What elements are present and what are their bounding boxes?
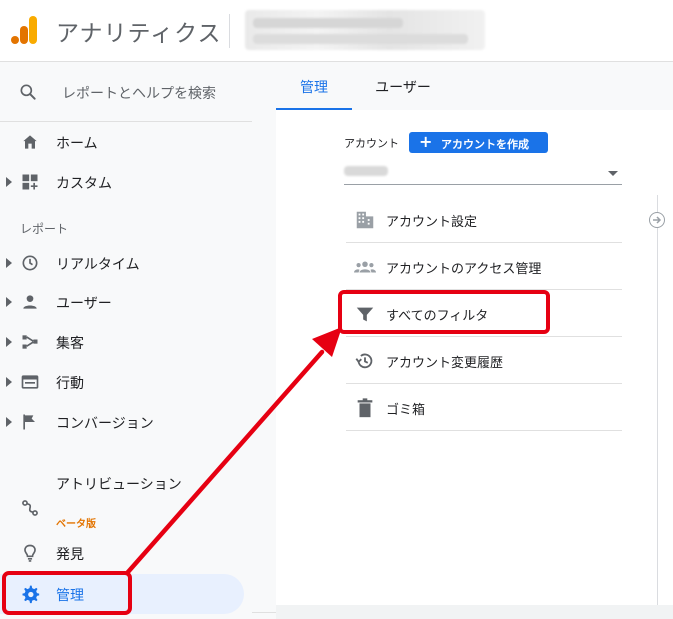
building-icon	[356, 211, 374, 229]
column-divider	[657, 195, 658, 605]
tab-user[interactable]: ユーザー	[362, 62, 444, 110]
menu-label-change-history: アカウント変更履歴	[386, 356, 504, 371]
header-divider	[229, 14, 230, 48]
home-icon	[23, 135, 37, 149]
nav-item-discover[interactable]: 発見	[0, 535, 252, 571]
nav-label-attribution: アトリビューション	[56, 477, 182, 493]
nav-item-custom[interactable]: カスタム	[0, 164, 252, 200]
people-icon	[354, 261, 376, 273]
dropdown-caret-icon	[608, 171, 618, 176]
history-icon	[355, 353, 373, 369]
expand-caret-icon	[6, 377, 12, 387]
nav-label-custom: カスタム	[56, 176, 112, 192]
nav-item-conversions[interactable]: コンバージョン	[0, 404, 252, 440]
search-placeholder: レポートとヘルプを検索	[62, 86, 216, 102]
app-title: アナリティクス	[56, 21, 222, 47]
app-header: アナリティクス	[0, 0, 673, 62]
behavior-icon	[21, 375, 39, 389]
clock-icon	[22, 255, 38, 271]
menu-item-access-management[interactable]: アカウントのアクセス管理	[346, 243, 622, 290]
tab-bar: 管理 ユーザー	[276, 62, 673, 110]
attribution-icon	[22, 500, 38, 516]
nav-label-home: ホーム	[56, 136, 98, 152]
menu-item-change-history[interactable]: アカウント変更履歴	[346, 337, 622, 384]
menu-label-trash: ゴミ箱	[386, 403, 426, 418]
arrow-right-icon	[653, 216, 662, 224]
expand-caret-icon	[6, 258, 12, 268]
account-select-value-blurred	[344, 166, 388, 176]
acquisition-icon	[22, 335, 38, 349]
menu-item-account-settings[interactable]: アカウント設定	[346, 196, 622, 243]
account-panel: アカウント + アカウントを作成 アカウント設定 アカウントのアクセス管理 すべ…	[276, 110, 673, 605]
nav-item-realtime[interactable]: リアルタイム	[0, 245, 252, 281]
dashboard-icon	[22, 174, 38, 190]
analytics-logo-icon[interactable]	[10, 14, 38, 46]
expand-caret-icon	[6, 177, 12, 187]
bottom-strip	[276, 605, 673, 619]
create-account-label: アカウントを作成	[441, 138, 529, 151]
nav-item-users[interactable]: ユーザー	[0, 284, 252, 320]
nav-label-acquisition: 集客	[56, 336, 84, 352]
nav-label-realtime: リアルタイム	[56, 257, 140, 273]
menu-label-access-management: アカウントのアクセス管理	[386, 262, 542, 277]
filter-highlight-box	[338, 290, 550, 334]
flag-icon	[23, 414, 35, 430]
sidebar: レポートとヘルプを検索 ホーム カスタム レポート リアルタイム ユーザー 集客…	[0, 62, 276, 619]
nav-label-behavior: 行動	[56, 376, 84, 392]
expand-caret-icon	[6, 337, 12, 347]
nav-item-home[interactable]: ホーム	[0, 124, 252, 160]
person-icon	[23, 295, 37, 309]
admin-highlight-box	[2, 571, 132, 615]
create-account-button[interactable]: + アカウントを作成	[409, 132, 548, 153]
nav-label-discover: 発見	[56, 547, 84, 563]
lightbulb-icon	[24, 544, 36, 562]
tab-admin[interactable]: 管理	[276, 62, 352, 110]
account-select[interactable]	[344, 163, 622, 185]
section-label-reports: レポート	[20, 222, 69, 236]
nav-label-conversions: コンバージョン	[56, 416, 154, 432]
expand-column-button[interactable]	[649, 212, 665, 228]
nav-item-acquisition[interactable]: 集客	[0, 324, 252, 360]
beta-badge: ベータ版	[56, 519, 96, 530]
plus-icon: +	[419, 132, 433, 151]
nav-item-behavior[interactable]: 行動	[0, 364, 252, 400]
trash-icon	[357, 398, 373, 418]
search-bar[interactable]: レポートとヘルプを検索	[0, 62, 252, 122]
menu-item-trash[interactable]: ゴミ箱	[346, 384, 622, 431]
expand-caret-icon	[6, 417, 12, 427]
expand-caret-icon	[6, 297, 12, 307]
divider	[252, 612, 276, 613]
account-selector-blurred[interactable]	[245, 10, 485, 50]
search-icon	[20, 84, 36, 100]
menu-label-account-settings: アカウント設定	[386, 215, 478, 230]
account-label: アカウント	[344, 137, 399, 150]
nav-label-users: ユーザー	[56, 296, 112, 312]
